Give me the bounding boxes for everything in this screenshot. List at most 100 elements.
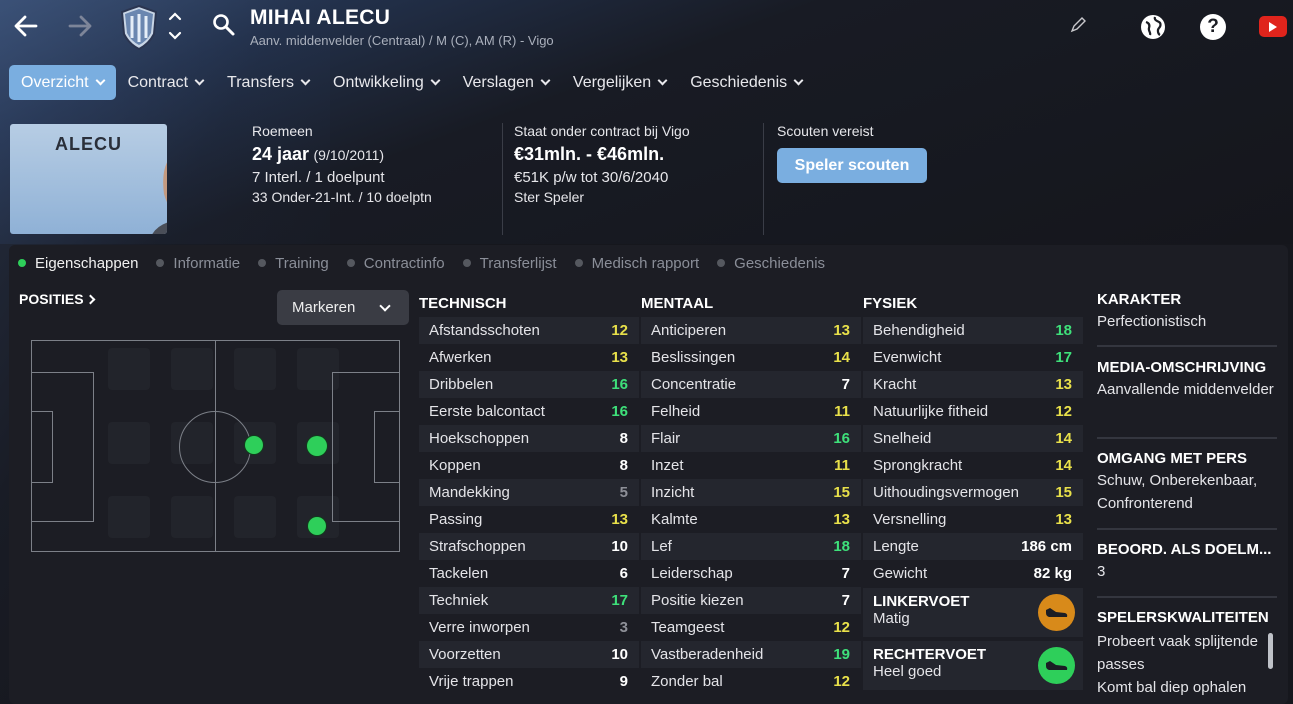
attribute-row[interactable]: Concentratie 7 [641,371,861,398]
tab-overzicht[interactable]: Overzicht [9,65,116,100]
attribute-row[interactable]: Leiderschap 7 [641,560,861,587]
subtab-training[interactable]: Training [249,245,338,281]
club-crest-icon[interactable] [119,4,159,55]
position-marker[interactable] [308,517,326,535]
attribute-row[interactable]: Voorzetten 10 [419,641,639,668]
attribute-name: Beslissingen [651,349,736,366]
attribute-row[interactable]: Teamgeest 12 [641,614,861,641]
attribute-row[interactable]: Versnelling 13 [863,506,1083,533]
scout-section: Scouten vereist [777,123,874,139]
youtube-icon[interactable] [1259,16,1287,37]
attribute-value: 15 [1055,484,1072,501]
attribute-row[interactable]: Afwerken 13 [419,344,639,371]
mark-dropdown-label: Markeren [292,299,356,316]
chevron-down-icon [300,75,311,86]
nationality: Roemeen [252,123,313,139]
attribute-name: Gewicht [873,565,928,582]
attribute-row[interactable]: Eerste balcontact 16 [419,398,639,425]
tab-transfers[interactable]: Transfers [215,65,321,100]
attribute-row[interactable]: Passing 13 [419,506,639,533]
status-dot-icon [462,259,471,267]
attribute-row[interactable]: Kalmte 13 [641,506,861,533]
subtab-medisch-rapport[interactable]: Medisch rapport [566,245,709,281]
traits-value: Komt bal diep ophalen [1097,679,1247,696]
attribute-row[interactable]: Positie kiezen 7 [641,587,861,614]
attribute-name: Snelheid [873,430,932,447]
attribute-row[interactable]: Strafschoppen 10 [419,533,639,560]
chevron-right-icon [85,294,96,304]
attribute-value: 7 [841,592,850,609]
attribute-name: Uithoudingsvermogen [873,484,1019,501]
scout-player-button[interactable]: Speler scouten [777,148,927,183]
scrollbar[interactable] [1268,633,1273,669]
attribute-name: Anticiperen [651,322,727,339]
attribute-row[interactable]: Snelheid 14 [863,425,1083,452]
attribute-name: Felheid [651,403,701,420]
globe-icon[interactable] [1140,14,1166,40]
search-icon[interactable] [212,13,236,42]
attribute-value: 13 [1055,376,1072,393]
tab-vergelijken[interactable]: Vergelijken [561,65,678,100]
subtab-label: Training [275,254,329,272]
attribute-row[interactable]: Lef 18 [641,533,861,560]
main-tabs: Overzicht Contract Transfers Ontwikkelin… [9,65,814,100]
player-status: Ster Speler [514,189,585,205]
positions-link[interactable]: POSITIES [19,291,96,307]
subtab-contractinfo[interactable]: Contractinfo [338,245,454,281]
attribute-row[interactable]: Verre inworpen 3 [419,614,639,641]
attribute-row[interactable]: Koppen 8 [419,452,639,479]
tab-label: Verslagen [462,73,534,91]
contract-label: Staat onder contract bij Vigo [514,123,690,139]
attribute-value: 14 [1055,457,1072,474]
attribute-row[interactable]: Vrije trappen 9 [419,668,639,695]
attribute-row[interactable]: Inzet 11 [641,452,861,479]
attribute-row[interactable]: Dribbelen 16 [419,371,639,398]
attribute-name: Lengte [873,538,919,555]
tab-geschiedenis[interactable]: Geschiedenis [678,65,814,100]
attribute-row[interactable]: Inzicht 15 [641,479,861,506]
tab-ontwikkeling[interactable]: Ontwikkeling [321,65,451,100]
forward-arrow-icon[interactable] [66,12,94,45]
attribute-name: Concentratie [651,376,737,393]
attribute-row[interactable]: Zonder bal 12 [641,668,861,695]
attribute-row[interactable]: Natuurlijke fitheid 12 [863,398,1083,425]
chevron-down-icon [95,75,106,86]
attribute-row[interactable]: Uithoudingsvermogen 15 [863,479,1083,506]
mark-dropdown[interactable]: Markeren [277,290,409,325]
attribute-name: Sprongkracht [873,457,963,474]
attribute-row[interactable]: Beslissingen 14 [641,344,861,371]
attribute-row[interactable]: Sprongkracht 14 [863,452,1083,479]
attribute-row[interactable]: Techniek 17 [419,587,639,614]
attribute-row[interactable]: Mandekking 5 [419,479,639,506]
tab-contract[interactable]: Contract [116,65,215,100]
attribute-value: 14 [1055,430,1072,447]
subtab-informatie[interactable]: Informatie [147,245,249,281]
attribute-value: 13 [833,322,850,339]
attribute-value: 6 [619,565,628,582]
attribute-row[interactable]: Lengte 186 cm [863,533,1083,560]
subtab-transferlijst[interactable]: Transferlijst [454,245,566,281]
attribute-row[interactable]: Vastberadenheid 19 [641,641,861,668]
attribute-row[interactable]: Afstandsschoten 12 [419,317,639,344]
pencil-icon[interactable] [1070,17,1086,38]
position-marker[interactable] [245,436,263,454]
subtab-geschiedenis[interactable]: Geschiedenis [708,245,834,281]
attribute-row[interactable]: Evenwicht 17 [863,344,1083,371]
attribute-row[interactable]: Flair 16 [641,425,861,452]
subtab-eigenschappen[interactable]: Eigenschappen [9,245,147,281]
attribute-name: Versnelling [873,511,947,528]
attribute-row[interactable]: Tackelen 6 [419,560,639,587]
attribute-row[interactable]: Kracht 13 [863,371,1083,398]
subtab-label: Geschiedenis [734,254,826,272]
attribute-row[interactable]: Felheid 11 [641,398,861,425]
attribute-row[interactable]: Behendigheid 18 [863,317,1083,344]
attribute-row[interactable]: Anticiperen 13 [641,317,861,344]
tab-verslagen[interactable]: Verslagen [451,65,561,100]
back-arrow-icon[interactable] [12,12,40,45]
help-icon[interactable]: ? [1200,14,1226,40]
attribute-name: Inzet [651,457,684,474]
attribute-row[interactable]: Gewicht 82 kg [863,560,1083,587]
position-marker[interactable] [307,436,327,456]
up-down-chevron-icon[interactable] [167,10,183,47]
attribute-row[interactable]: Hoekschoppen 8 [419,425,639,452]
